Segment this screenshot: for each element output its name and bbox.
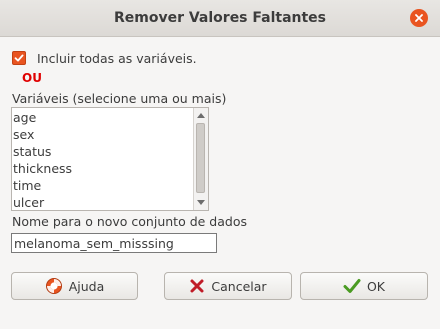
lifebuoy-icon	[45, 277, 63, 295]
scroll-thumb[interactable]	[196, 123, 205, 193]
help-button-label: Ajuda	[68, 278, 105, 294]
cancel-button-label: Cancelar	[211, 278, 267, 294]
list-item[interactable]: ulcer	[12, 194, 192, 211]
list-item[interactable]: thickness	[12, 160, 192, 177]
checkmark-icon	[14, 54, 24, 62]
variables-list: age sex status thickness time ulcer	[12, 109, 192, 211]
close-icon	[415, 14, 423, 22]
checkmark-icon	[343, 278, 361, 294]
or-label: OU	[22, 71, 42, 85]
variables-label: Variáveis (selecione uma ou mais)	[12, 91, 227, 106]
help-button[interactable]: Ajuda	[11, 272, 138, 300]
list-item[interactable]: age	[12, 109, 192, 126]
window-titlebar: Remover Valores Faltantes	[0, 0, 440, 37]
cancel-button[interactable]: Cancelar	[164, 272, 292, 300]
ok-button-label: OK	[366, 278, 386, 294]
list-item[interactable]: time	[12, 177, 192, 194]
dataset-name-label: Nome para o novo conjunto de dados	[12, 214, 247, 229]
scroll-down-icon[interactable]	[197, 200, 205, 205]
window-title: Remover Valores Faltantes	[113, 10, 327, 26]
scroll-up-icon[interactable]	[197, 113, 205, 118]
variables-scrollbar[interactable]	[193, 108, 208, 210]
cancel-x-icon	[189, 278, 205, 294]
list-item[interactable]: status	[12, 143, 192, 160]
variables-listbox[interactable]: age sex status thickness time ulcer	[11, 107, 209, 211]
include-all-label[interactable]: Incluir todas as variáveis.	[37, 51, 197, 66]
include-all-row[interactable]: Incluir todas as variáveis.	[12, 50, 197, 66]
include-all-checkbox[interactable]	[12, 51, 26, 65]
dataset-name-input[interactable]	[11, 233, 217, 253]
ok-button[interactable]: OK	[300, 272, 428, 300]
close-button[interactable]	[410, 9, 428, 27]
list-item[interactable]: sex	[12, 126, 192, 143]
